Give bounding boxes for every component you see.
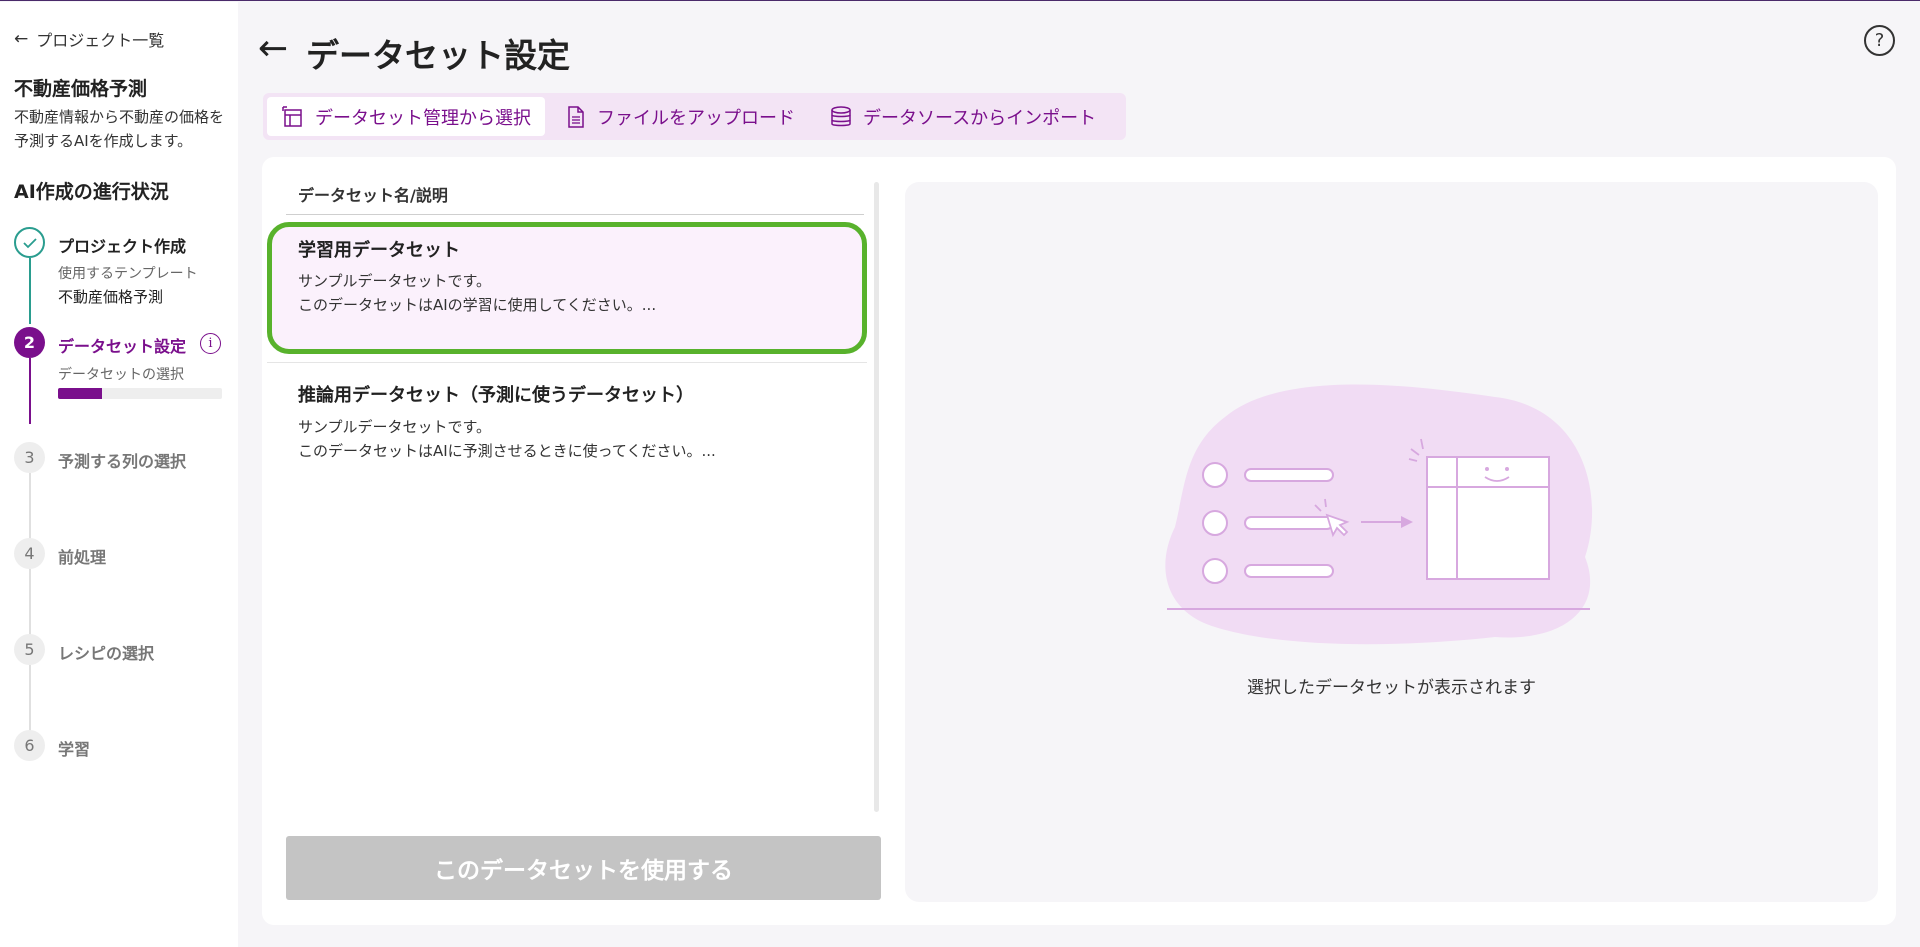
project-title: 不動産価格予測: [14, 78, 148, 100]
info-icon[interactable]: i: [200, 333, 221, 354]
back-to-project-list-link[interactable]: ← プロジェクト一覧: [14, 27, 164, 51]
step-connector: [29, 358, 31, 424]
use-dataset-button[interactable]: このデータセットを使用する: [286, 836, 881, 900]
step-1-check-icon: [14, 227, 45, 258]
list-scrollbar[interactable]: [874, 182, 879, 812]
dataset-name: 学習用データセット: [298, 240, 460, 261]
tab-file-upload[interactable]: ファイルをアップロード: [551, 97, 809, 136]
dataset-description-line2: このデータセットはAIに予測させるときに使ってください。...: [298, 442, 716, 460]
tab-file-upload-label: ファイルをアップロード: [597, 107, 795, 129]
step-1-sub-value: 不動産価格予測: [58, 288, 164, 306]
step-5-label: レシピの選択: [58, 644, 155, 663]
step-progress-bar: [58, 388, 222, 399]
step-4-label: 前処理: [58, 548, 107, 567]
dataset-item-training[interactable]: 学習用データセット サンプルデータセットです。 このデータセットはAIの学習に使…: [267, 222, 867, 354]
arrow-left-icon: ←: [14, 29, 29, 49]
step-2-number: 2: [14, 327, 45, 358]
dataset-card: データセット名/説明 学習用データセット サンプルデータセットです。 このデータ…: [262, 157, 1896, 925]
step-connector: [29, 569, 31, 635]
step-6-number: 6: [14, 730, 45, 761]
list-column-header: データセット名/説明: [298, 186, 448, 205]
step-1-sub-label: 使用するテンプレート: [58, 266, 198, 282]
dataset-description-line1: サンプルデータセットです。: [298, 272, 492, 290]
progress-title: AI作成の進行状況: [14, 181, 169, 203]
preview-empty-text: 選択したデータセットが表示されます: [1247, 678, 1536, 698]
database-icon: [831, 105, 851, 126]
step-3-number: 3: [14, 442, 45, 473]
step-6-label: 学習: [58, 740, 91, 759]
page-back-arrow-icon[interactable]: ←: [258, 27, 288, 71]
project-description: 不動産情報から不動産の価格を予測するAIを作成します。: [14, 108, 225, 150]
tab-dataset-management-label: データセット管理から選択: [315, 107, 531, 129]
tab-datasource-import-label: データソースからインポート: [863, 107, 1097, 129]
dataset-item-inference[interactable]: 推論用データセット（予測に使うデータセット） サンプルデータセットです。 このデ…: [267, 362, 867, 462]
dataset-manage-icon: [282, 105, 302, 127]
file-icon: [568, 105, 584, 128]
step-5-number: 5: [14, 634, 45, 665]
step-2-sub-label: データセットの選択: [58, 367, 184, 383]
step-3-label: 予測する列の選択: [58, 452, 187, 471]
step-connector: [29, 258, 31, 324]
step-2-label: データセット設定: [58, 337, 187, 356]
page-title: データセット設定: [306, 36, 570, 75]
dataset-preview-panel: 選択したデータセットが表示されます: [905, 182, 1878, 902]
back-link-label: プロジェクト一覧: [36, 31, 165, 50]
step-connector: [29, 665, 31, 731]
step-1-label: プロジェクト作成: [58, 237, 187, 256]
tab-datasource-import[interactable]: データソースからインポート: [815, 97, 1110, 136]
step-progress-fill: [58, 388, 103, 399]
source-tabs: データセット管理から選択 ファイルをアップロード データソースからインポート: [263, 93, 1126, 140]
divider: [286, 214, 864, 215]
sidebar: ← プロジェクト一覧 不動産価格予測 不動産情報から不動産の価格を予測するAIを…: [0, 2, 238, 947]
dataset-description-line1: サンプルデータセットです。: [298, 418, 492, 436]
dataset-name: 推論用データセット（予測に使うデータセット）: [298, 385, 694, 406]
step-connector: [29, 473, 31, 539]
step-4-number: 4: [14, 538, 45, 569]
help-icon[interactable]: ?: [1864, 25, 1895, 56]
dataset-description-line2: このデータセットはAIの学習に使用してください。...: [298, 296, 657, 314]
tab-dataset-management[interactable]: データセット管理から選択: [267, 97, 545, 136]
empty-preview-illustration: [1165, 384, 1593, 645]
